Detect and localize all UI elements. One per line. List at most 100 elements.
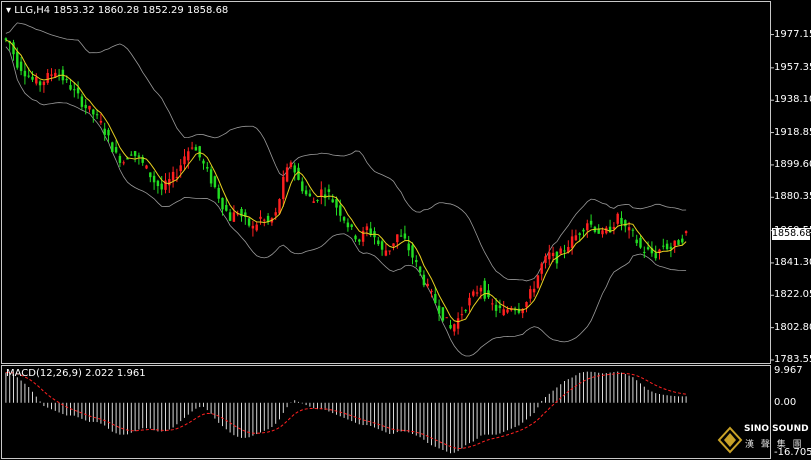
chart-window: ▾ LLG,H4 1853.32 1860.28 1852.29 1858.68…: [0, 0, 811, 460]
bull-candle: [50, 74, 53, 76]
bear-candle: [217, 187, 220, 199]
bull-candle: [35, 76, 38, 84]
bear-candle: [464, 310, 467, 312]
bear-candle: [620, 217, 623, 224]
bear-candle: [92, 109, 95, 115]
bull-candle: [540, 263, 543, 274]
bear-candle: [4, 38, 8, 41]
bear-candle: [403, 233, 407, 239]
bear-candle: [681, 238, 684, 243]
bear-candle: [156, 180, 160, 187]
bear-candle: [293, 165, 296, 173]
bear-candle: [327, 189, 331, 192]
bull-candle: [445, 317, 448, 319]
bear-candle: [38, 81, 42, 86]
bull-candle: [187, 151, 190, 161]
bear-candle: [80, 96, 84, 107]
bear-candle: [198, 146, 201, 158]
bear-candle: [441, 307, 445, 321]
bear-candle: [358, 239, 361, 242]
bull-candle: [145, 165, 148, 169]
bull-candle: [179, 165, 182, 172]
bull-candle: [536, 275, 540, 288]
bull-candle: [548, 252, 551, 260]
bull-candle: [544, 256, 547, 263]
price-axis-label: 1783.55: [774, 354, 811, 365]
bear-candle: [19, 61, 23, 72]
bull-candle: [491, 303, 494, 305]
bull-candle: [312, 201, 315, 203]
bear-candle: [152, 175, 156, 183]
macd-title: MACD(12,26,9) 2.022 1.961: [6, 368, 146, 379]
bear-candle: [114, 147, 118, 153]
macd-axis-label: 0.00: [774, 396, 797, 408]
bear-candle: [221, 197, 224, 210]
bear-candle: [494, 304, 498, 311]
bear-candle: [137, 155, 141, 157]
bull-candle: [285, 167, 289, 182]
bear-candle: [335, 199, 338, 208]
macd-axis-label: 9.967: [774, 365, 803, 376]
bear-candle: [589, 220, 593, 225]
bear-candle: [73, 89, 76, 91]
bear-candle: [160, 183, 163, 190]
bear-candle: [31, 76, 34, 80]
bear-candle: [202, 160, 205, 164]
bear-candle: [418, 266, 422, 273]
bull-candle: [502, 309, 505, 316]
bull-candle: [453, 324, 456, 332]
bear-candle: [639, 237, 642, 248]
bear-candle: [247, 218, 251, 226]
macd-signal-line: [5, 371, 687, 449]
bear-candle: [12, 42, 15, 55]
bull-candle: [232, 212, 236, 222]
bull-candle: [190, 147, 194, 149]
bull-candle: [168, 179, 171, 186]
bull-candle: [684, 231, 688, 234]
bear-candle: [643, 251, 646, 253]
bear-candle: [304, 190, 308, 195]
bear-candle: [635, 239, 638, 244]
bear-candle: [346, 222, 350, 228]
bear-candle: [350, 224, 353, 228]
bollinger-upper-line: [5, 22, 687, 282]
bull-candle: [430, 290, 433, 292]
bull-candle: [88, 105, 91, 110]
bear-candle: [213, 176, 217, 188]
bear-candle: [118, 155, 122, 163]
bear-candle: [297, 167, 300, 180]
bull-candle: [529, 289, 532, 299]
bear-candle: [107, 129, 110, 136]
bull-candle: [289, 162, 293, 168]
bull-candle: [506, 309, 509, 313]
bear-candle: [354, 235, 357, 240]
bear-candle: [130, 154, 133, 156]
chart-title-text: LLG,H4 1853.32 1860.28 1852.29 1858.68: [14, 5, 229, 16]
watermark-brand: SINO SOUND: [744, 424, 809, 434]
bull-candle: [525, 301, 528, 308]
price-axis-label: 1977.15: [774, 28, 811, 40]
bull-candle: [388, 250, 391, 252]
chart-menu-triangle-icon[interactable]: ▾: [6, 5, 11, 16]
bear-candle: [316, 200, 319, 202]
bear-candle: [301, 181, 304, 192]
bear-candle: [69, 85, 72, 90]
bull-candle: [475, 292, 479, 294]
bear-candle: [483, 280, 486, 299]
bull-candle: [468, 297, 471, 306]
bull-candle: [392, 243, 395, 247]
bear-candle: [149, 172, 152, 178]
bull-candle: [365, 226, 369, 231]
watermark-chinese: 漢 聲 集 團: [745, 440, 804, 450]
bull-candle: [99, 120, 103, 123]
bear-candle: [342, 217, 346, 221]
bear-candle: [380, 241, 384, 250]
bull-candle: [42, 81, 46, 86]
chart-canvas: [4, 22, 774, 454]
bull-candle: [274, 212, 277, 216]
bear-candle: [434, 294, 437, 304]
bear-candle: [84, 104, 87, 109]
bear-candle: [225, 205, 228, 211]
bear-candle: [103, 128, 106, 135]
bull-candle: [601, 230, 604, 235]
